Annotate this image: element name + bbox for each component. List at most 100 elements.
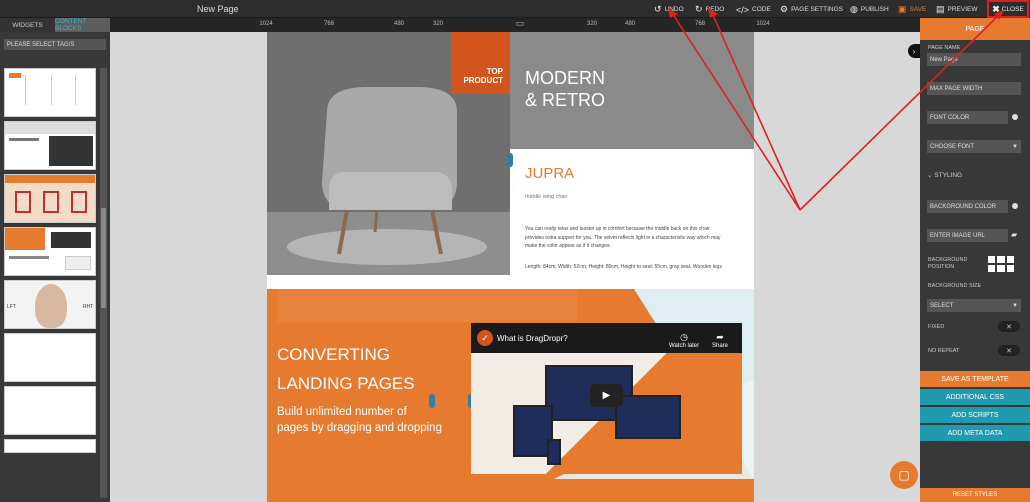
page-settings-button[interactable]: ⚙ PAGE SETTINGS bbox=[780, 3, 843, 16]
content-block-thumb[interactable] bbox=[4, 121, 96, 170]
save-as-template-button[interactable]: SAVE AS TEMPLATE bbox=[920, 371, 1030, 387]
ruler-tick[interactable]: 480 bbox=[394, 21, 404, 27]
landing-subheading-line: pages by dragging and dropping bbox=[277, 421, 442, 434]
play-icon: ▶ bbox=[602, 390, 611, 401]
channel-logo-icon: ✓ bbox=[477, 330, 493, 346]
bg-color-label: BACKGROUND COLOR bbox=[930, 203, 997, 210]
image-url-input[interactable]: ENTER IMAGE URL bbox=[927, 229, 1008, 242]
redo-button[interactable]: ↻ REDO bbox=[695, 3, 724, 16]
left-scrollbar[interactable] bbox=[100, 68, 107, 498]
top-product-tag: TOP PRODUCT bbox=[451, 32, 510, 94]
content-block-thumb[interactable]: LFT RHT bbox=[4, 280, 96, 329]
content-block-thumb[interactable] bbox=[4, 68, 96, 117]
ruler-tick[interactable]: 1024 bbox=[259, 21, 272, 27]
video-embed[interactable]: What is DragDropr? ✓ ◷ Watch later ➦ Share… bbox=[471, 323, 742, 474]
code-label: CODE bbox=[752, 6, 771, 13]
max-width-input[interactable]: MAX PAGE WIDTH bbox=[927, 82, 1021, 95]
chat-icon: ▢ bbox=[898, 468, 910, 482]
ruler-tick[interactable]: 320 bbox=[433, 21, 443, 27]
folder-icon[interactable]: ▰ bbox=[1011, 230, 1017, 239]
undo-label: UNDO bbox=[664, 6, 684, 13]
page-name-input[interactable]: New Page bbox=[927, 53, 1021, 66]
landing-subheading-line: Build unlimited number of bbox=[277, 406, 407, 418]
tab-content-blocks[interactable]: CONTENT BLOCKS bbox=[55, 18, 110, 32]
preview-button[interactable]: ▤ PREVIEW bbox=[936, 3, 978, 16]
styling-toggle[interactable]: ⌄ STYLING bbox=[927, 171, 962, 179]
hero-title: MODERN & RETRO bbox=[525, 68, 606, 110]
undo-button[interactable]: ↺ UNDO bbox=[654, 3, 684, 16]
code-icon: </> bbox=[736, 4, 750, 15]
chat-bubble-button[interactable]: ▢ bbox=[890, 461, 918, 489]
no-repeat-toggle[interactable]: ✕ bbox=[998, 345, 1020, 356]
ruler-tick[interactable]: 768 bbox=[324, 21, 334, 27]
tag-select[interactable]: PLEASE SELECT TAG/S bbox=[4, 39, 106, 50]
additional-css-button[interactable]: ADDITIONAL CSS bbox=[920, 389, 1030, 405]
monitor-screen bbox=[615, 395, 681, 439]
landing-subheading: Build unlimited number of pages by dragg… bbox=[277, 405, 442, 436]
code-button[interactable]: </> CODE bbox=[736, 3, 771, 16]
share-button[interactable]: ➦ Share bbox=[712, 332, 728, 350]
bottom-section[interactable] bbox=[267, 479, 754, 502]
share-icon: ➦ bbox=[716, 332, 724, 342]
choose-font-select[interactable]: CHOOSE FONT ▼ bbox=[927, 140, 1021, 153]
add-scripts-button[interactable]: ADD SCRIPTS bbox=[920, 407, 1030, 423]
page-canvas[interactable]: TOP PRODUCT MODERN & RETRO JUPRA middle … bbox=[267, 32, 754, 502]
resize-handle[interactable] bbox=[429, 394, 435, 408]
publish-button[interactable]: ◍ PUBLISH bbox=[850, 3, 889, 16]
close-button[interactable]: ✖ CLOSE bbox=[987, 0, 1029, 18]
watch-later-label: Watch later bbox=[669, 342, 700, 349]
close-label: CLOSE bbox=[1001, 5, 1024, 13]
add-meta-data-button[interactable]: ADD META DATA bbox=[920, 425, 1030, 441]
bg-color-field[interactable]: BACKGROUND COLOR bbox=[927, 200, 1008, 213]
landing-section[interactable]: CONVERTING LANDING PAGES Build unlimited… bbox=[267, 289, 754, 479]
resize-handle[interactable] bbox=[507, 153, 513, 167]
color-swatch-icon[interactable] bbox=[1012, 203, 1018, 209]
globe-icon: ◍ bbox=[850, 4, 858, 14]
product-subtitle: middle wing chair bbox=[525, 194, 568, 200]
caret-down-icon: ▼ bbox=[1012, 143, 1018, 150]
film-icon: ▤ bbox=[936, 4, 945, 14]
content-block-thumb[interactable] bbox=[4, 333, 96, 382]
bg-size-select[interactable]: SELECT ▼ bbox=[927, 299, 1021, 312]
preview-label: PREVIEW bbox=[947, 6, 978, 13]
clock-icon: ◷ bbox=[680, 332, 688, 342]
watch-later-button[interactable]: ◷ Watch later bbox=[669, 332, 699, 350]
content-block-thumb[interactable] bbox=[4, 386, 96, 435]
bg-position-label: BACKGROUND POSITION bbox=[928, 257, 968, 271]
product-title: JUPRA bbox=[525, 165, 575, 182]
desktop-icon[interactable]: ▭ bbox=[516, 18, 525, 29]
content-block-thumb[interactable] bbox=[4, 227, 96, 276]
content-block-thumb[interactable] bbox=[4, 174, 96, 223]
collapse-right-button[interactable]: › bbox=[908, 44, 920, 58]
bg-position-grid-icon[interactable] bbox=[988, 256, 1014, 272]
content-block-thumb[interactable] bbox=[4, 439, 96, 453]
video-title: What is DragDropr? bbox=[497, 333, 568, 343]
fixed-toggle[interactable]: ✕ bbox=[998, 321, 1020, 332]
decorative-shape bbox=[277, 289, 577, 322]
no-repeat-label: NO REPEAT bbox=[928, 348, 960, 354]
save-button[interactable]: ▣ SAVE bbox=[898, 3, 926, 16]
share-label: Share bbox=[712, 342, 729, 349]
tab-widgets[interactable]: WIDGETS bbox=[0, 18, 55, 32]
bg-size-label: BACKGROUND SIZE bbox=[928, 283, 982, 289]
caret-down-icon: ▼ bbox=[1012, 302, 1018, 309]
color-swatch-icon[interactable] bbox=[1012, 114, 1018, 120]
close-icon: ✖ bbox=[992, 3, 1000, 14]
ruler-tick[interactable]: 1024 bbox=[756, 21, 769, 27]
scrollbar-thumb[interactable] bbox=[101, 208, 106, 308]
save-label: SAVE bbox=[909, 6, 927, 13]
font-color-field[interactable]: FONT COLOR bbox=[927, 111, 1008, 124]
choose-font-label: CHOOSE FONT bbox=[930, 143, 975, 150]
font-color-label: FONT COLOR bbox=[930, 114, 970, 121]
page-name-label: PAGE NAME bbox=[928, 45, 961, 51]
publish-label: PUBLISH bbox=[860, 6, 889, 13]
ruler-tick[interactable]: 768 bbox=[695, 21, 705, 27]
reset-styles-button[interactable]: RESET STYLES bbox=[920, 488, 1030, 502]
ruler-tick[interactable]: 480 bbox=[625, 21, 635, 27]
phone-screen bbox=[547, 439, 561, 465]
play-button[interactable]: ▶ bbox=[590, 384, 623, 407]
redo-label: REDO bbox=[705, 6, 725, 13]
landing-heading: CONVERTING LANDING PAGES bbox=[277, 341, 415, 399]
undo-icon: ↺ bbox=[654, 4, 662, 14]
ruler-tick[interactable]: 320 bbox=[587, 21, 597, 27]
